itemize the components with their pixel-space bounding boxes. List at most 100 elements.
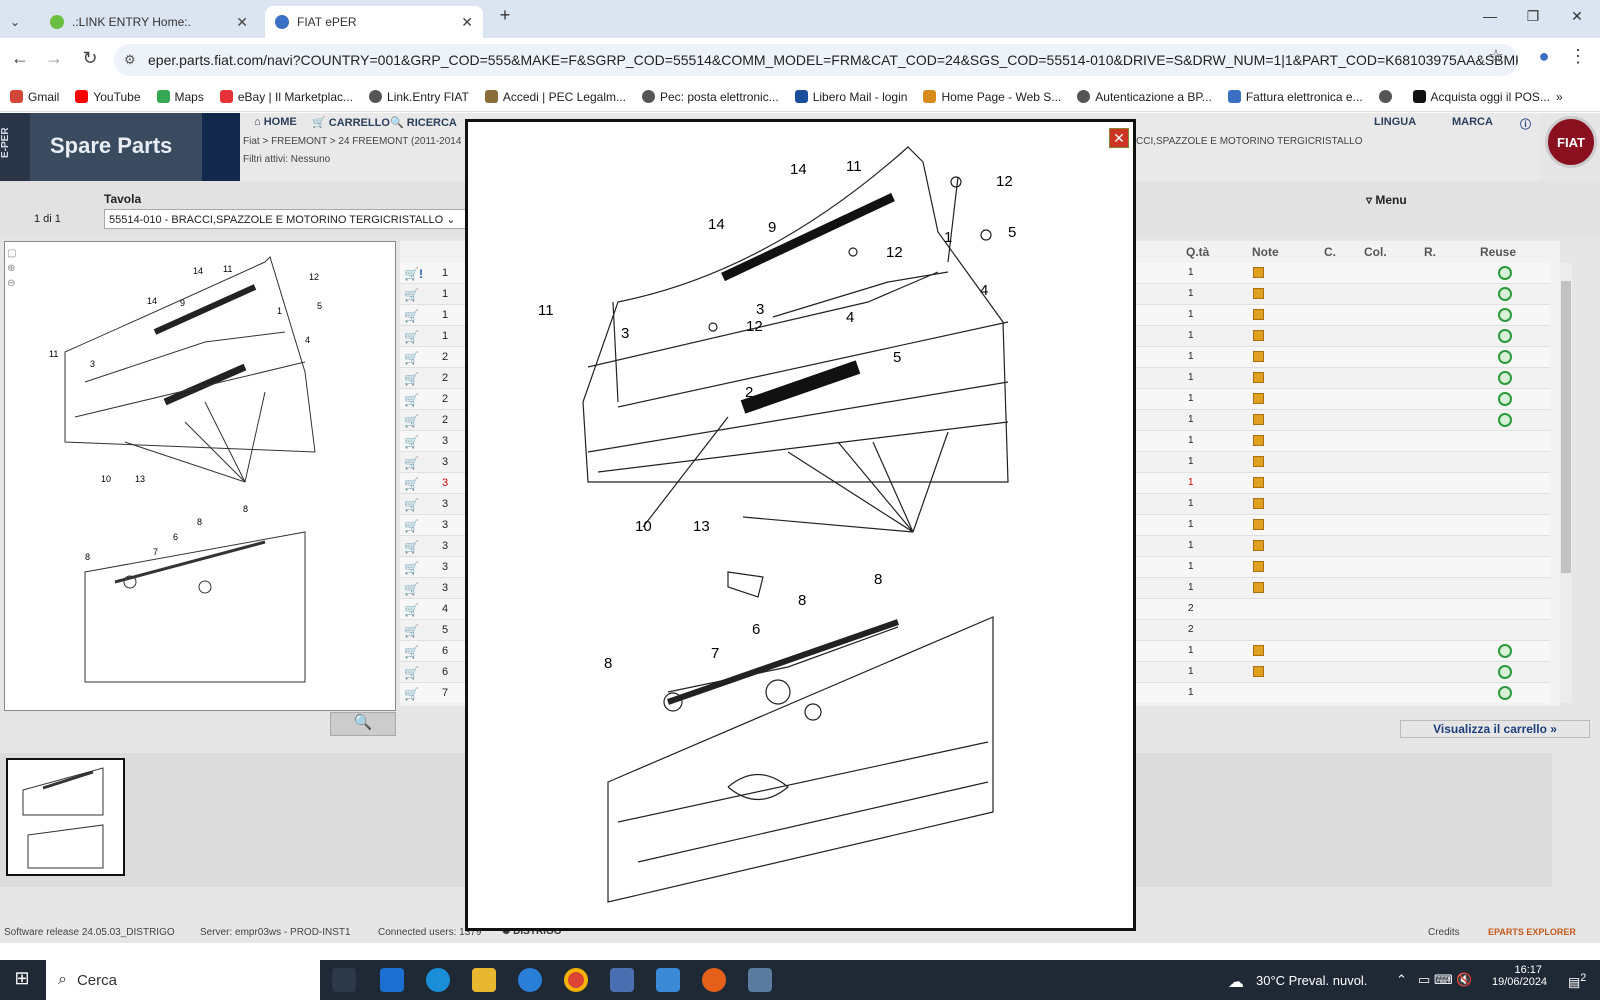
add-to-cart-icon[interactable]: 🛒+	[404, 288, 422, 316]
note-icon[interactable]	[1253, 561, 1264, 572]
close-tab-icon[interactable]: ✕	[461, 14, 473, 31]
bookmark-home-page[interactable]: Home Page - Web S...	[923, 90, 1061, 104]
note-icon[interactable]	[1253, 309, 1264, 320]
add-to-cart-icon[interactable]: 🛒+	[404, 372, 422, 400]
tab-list-button[interactable]: ⌄	[0, 6, 40, 38]
mail-icon[interactable]	[380, 968, 404, 992]
file-explorer-icon[interactable]	[472, 968, 496, 992]
weather-text[interactable]: 30°C Preval. nuvol.	[1256, 973, 1367, 988]
add-to-cart-icon[interactable]: 🛒+	[404, 498, 422, 526]
add-to-cart-icon[interactable]: 🛒+	[404, 561, 422, 589]
bookmark-bp[interactable]: Autenticazione a BP...	[1077, 90, 1212, 104]
bookmark-libero[interactable]: Libero Mail - login	[794, 90, 907, 104]
add-to-cart-icon[interactable]: 🛒+	[404, 351, 422, 379]
tab-fiat-eper[interactable]: FIAT ePER ✕	[265, 6, 483, 38]
add-to-cart-icon[interactable]: 🛒+	[404, 309, 422, 337]
add-to-cart-icon[interactable]: 🛒+	[404, 456, 422, 484]
reuse-icon[interactable]	[1498, 665, 1512, 679]
reuse-icon[interactable]	[1498, 413, 1512, 427]
edge-icon[interactable]	[426, 968, 450, 992]
weather-icon[interactable]: ☁	[1228, 972, 1244, 992]
reuse-icon[interactable]	[1498, 329, 1512, 343]
add-to-cart-icon[interactable]: 🛒+	[404, 645, 422, 673]
add-to-cart-icon[interactable]: 🛒+	[404, 519, 422, 547]
note-icon[interactable]	[1253, 288, 1264, 299]
add-to-cart-icon[interactable]: 🛒+	[404, 435, 422, 463]
app2-icon[interactable]	[610, 968, 634, 992]
menu-marca[interactable]: MARCA	[1452, 116, 1493, 128]
add-to-cart-icon[interactable]: 🛒+	[404, 666, 422, 694]
note-icon[interactable]	[1253, 498, 1264, 509]
bookmark-link-entry[interactable]: Link.Entry FIAT	[369, 90, 469, 104]
restore-icon[interactable]: ❐	[1518, 8, 1548, 25]
search-icon[interactable]: 🔍	[330, 712, 396, 736]
bookmark-star-icon[interactable]: ☆	[1484, 46, 1508, 67]
reuse-icon[interactable]	[1498, 308, 1512, 322]
reuse-icon[interactable]	[1498, 392, 1512, 406]
task-view-icon[interactable]	[332, 968, 356, 992]
windows-start-icon[interactable]: ⊞	[10, 968, 34, 992]
note-icon[interactable]	[1253, 582, 1264, 593]
note-icon[interactable]	[1253, 666, 1264, 677]
bookmark-youtube[interactable]: YouTube	[75, 90, 141, 104]
close-window-icon[interactable]: ✕	[1562, 8, 1592, 25]
table-scrollbar[interactable]	[1560, 263, 1572, 703]
tray-icons[interactable]: ▭ ⌨ 🔇	[1418, 972, 1472, 988]
taskbar-search[interactable]: ⌕ Cerca	[46, 960, 320, 1000]
more-bookmarks-icon[interactable]: »	[1556, 90, 1563, 104]
tab-link-entry[interactable]: .:LINK ENTRY Home:. ✕	[40, 6, 258, 38]
bookmark-pec[interactable]: Pec: posta elettronic...	[641, 90, 779, 104]
add-to-cart-icon[interactable]: 🛒+	[404, 414, 422, 442]
add-to-cart-icon[interactable]: 🛒+	[404, 330, 422, 358]
bookmark-pec-legalmail[interactable]: Accedi | PEC Legalm...	[484, 90, 626, 104]
note-icon[interactable]	[1253, 540, 1264, 551]
add-to-cart-icon[interactable]: 🛒+	[404, 540, 422, 568]
add-to-cart-icon[interactable]: 🛒+	[404, 687, 422, 703]
diagram-thumbnail[interactable]	[6, 758, 125, 876]
note-icon[interactable]	[1253, 372, 1264, 383]
reuse-icon[interactable]	[1498, 686, 1512, 700]
browser-menu-icon[interactable]: ⋮	[1566, 46, 1590, 67]
bookmark-pos[interactable]: Acquista oggi il POS...	[1412, 90, 1550, 104]
menu-home[interactable]: ⌂ HOME	[254, 116, 297, 128]
menu-lingua[interactable]: LINGUA	[1374, 116, 1416, 128]
menu-dropdown[interactable]: ▿ Menu	[1366, 193, 1407, 207]
firefox-icon[interactable]	[702, 968, 726, 992]
site-info-icon[interactable]: ⚙	[124, 52, 136, 68]
scrollbar-thumb[interactable]	[1561, 281, 1571, 573]
add-to-cart-icon[interactable]: 🛒+	[404, 393, 422, 421]
forward-icon[interactable]: →	[42, 48, 66, 69]
menu-ricerca[interactable]: 🔍 RICERCA	[390, 116, 457, 129]
reload-icon[interactable]: ↻	[78, 48, 102, 69]
cart-warning-icon[interactable]: 🛒!	[404, 267, 423, 281]
note-icon[interactable]	[1253, 267, 1264, 278]
credits-link[interactable]: Credits	[1428, 927, 1460, 938]
reuse-icon[interactable]	[1498, 644, 1512, 658]
add-to-cart-icon[interactable]: 🛒+	[404, 477, 422, 505]
bookmark-ebay[interactable]: eBay | Il Marketplac...	[219, 90, 353, 104]
back-icon[interactable]: ←	[8, 48, 32, 69]
note-icon[interactable]	[1253, 477, 1264, 488]
note-icon[interactable]	[1253, 414, 1264, 425]
app3-icon[interactable]	[748, 968, 772, 992]
bookmark-fattura[interactable]: Fattura elettronica e...	[1227, 90, 1363, 104]
breadcrumb-end[interactable]: CCI,SPAZZOLE E MOTORINO TERGICRISTALLO	[1136, 136, 1363, 147]
reuse-icon[interactable]	[1498, 350, 1512, 364]
profile-icon[interactable]: ●	[1532, 46, 1556, 67]
notification-icon[interactable]: ▤2	[1568, 972, 1586, 990]
zoom-tools[interactable]: ▢ ⊕ ⊖	[7, 246, 16, 291]
note-icon[interactable]	[1253, 351, 1264, 362]
app-icon[interactable]	[518, 968, 542, 992]
add-to-cart-icon[interactable]: 🛒+	[404, 582, 422, 610]
clock[interactable]: 16:17 19/06/2024	[1492, 964, 1547, 988]
add-to-cart-icon[interactable]: 🛒+	[404, 624, 422, 652]
note-icon[interactable]	[1253, 519, 1264, 530]
note-icon[interactable]	[1253, 393, 1264, 404]
breadcrumb[interactable]: Fiat > FREEMONT > 24 FREEMONT (2011-2014	[243, 136, 461, 147]
bookmark-maps[interactable]: Maps	[156, 90, 204, 104]
new-tab-button[interactable]: +	[490, 5, 520, 26]
chrome-icon[interactable]	[564, 968, 588, 992]
note-icon[interactable]	[1253, 330, 1264, 341]
bookmark-gmail[interactable]: Gmail	[10, 90, 59, 104]
close-tab-icon[interactable]: ✕	[236, 14, 248, 31]
